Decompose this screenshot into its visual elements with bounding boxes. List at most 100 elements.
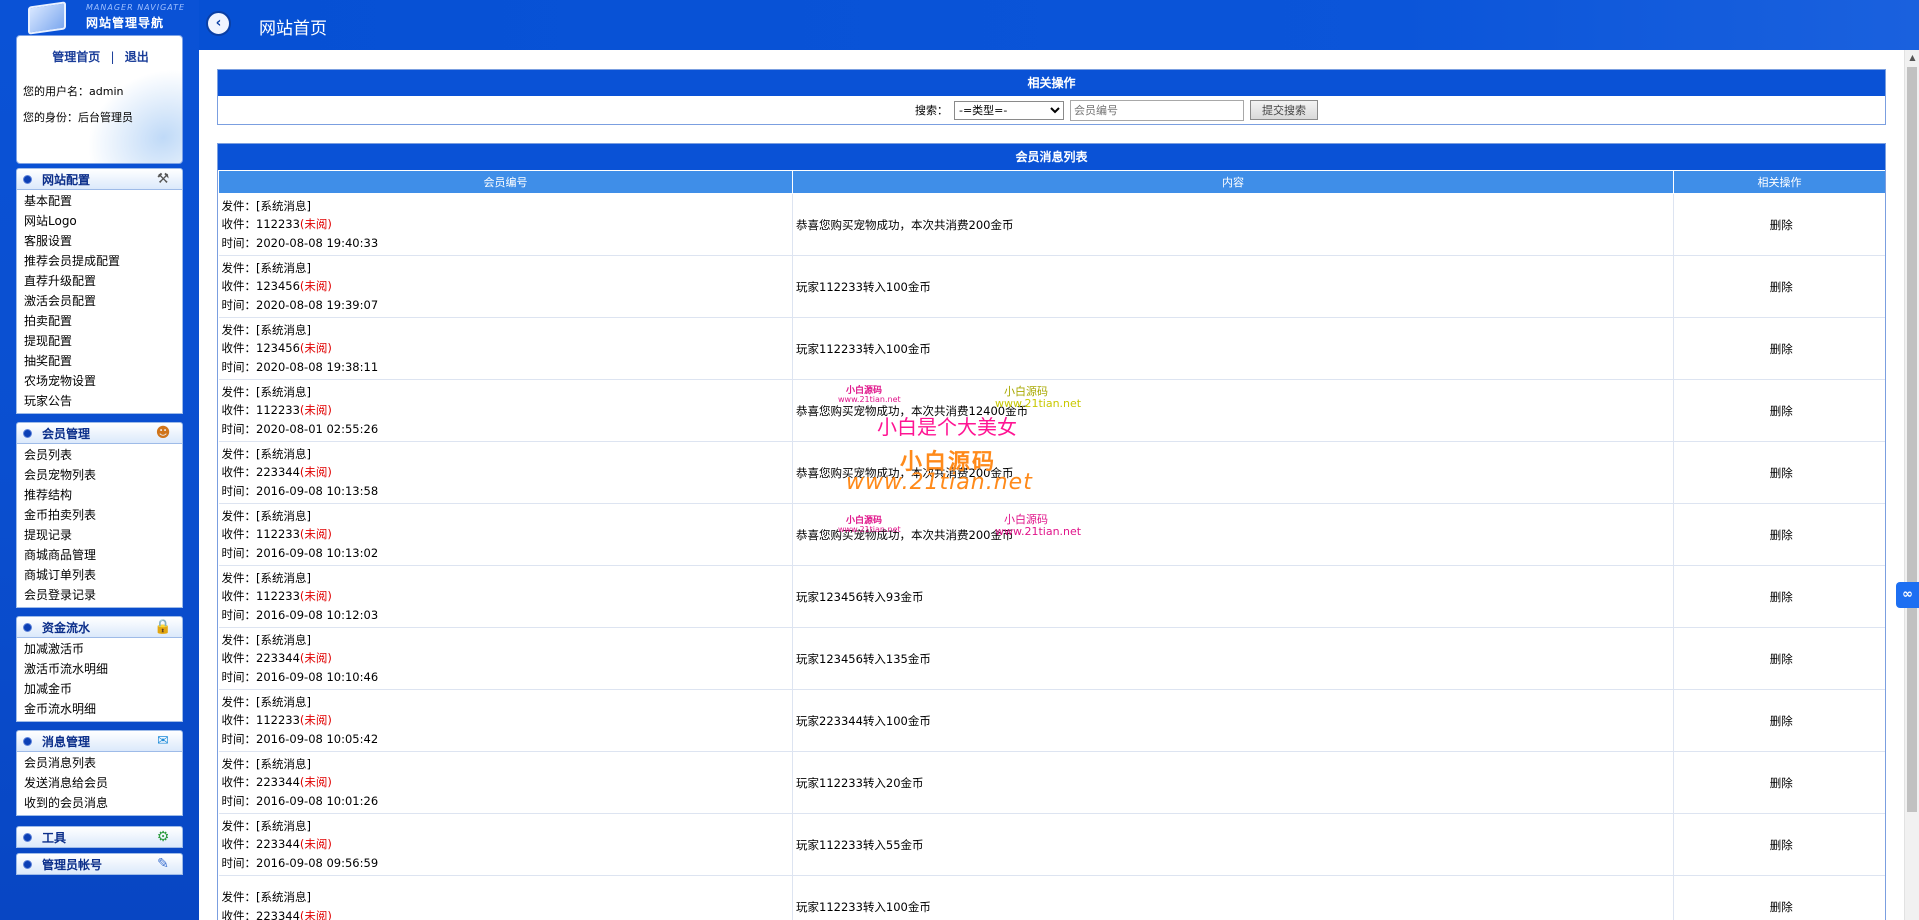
- menu-item[interactable]: 玩家公告: [17, 391, 182, 411]
- admin-home-link[interactable]: 管理首页: [52, 50, 100, 64]
- content-cell: 玩家123456转入135金币: [792, 627, 1674, 690]
- delete-link[interactable]: 删除: [1673, 503, 1885, 566]
- delete-link[interactable]: 删除: [1673, 813, 1885, 876]
- member-id-input[interactable]: [1070, 99, 1244, 121]
- unread-status: (未阅): [299, 341, 332, 356]
- search-label: 搜索：: [915, 104, 948, 117]
- delete-link[interactable]: 删除: [1673, 317, 1885, 380]
- menu-item[interactable]: 拍卖配置: [17, 311, 182, 331]
- menu-item[interactable]: 直荐升级配置: [17, 271, 182, 291]
- menu-item[interactable]: 推荐会员提成配置: [17, 251, 182, 271]
- menu-item[interactable]: 激活会员配置: [17, 291, 182, 311]
- sender-line: 发件：[系统消息]: [221, 570, 311, 585]
- unread-status: (未阅): [299, 713, 332, 728]
- unread-status: (未阅): [299, 403, 332, 418]
- column-header-content: 内容: [792, 170, 1674, 194]
- floating-share-icon[interactable]: ∞: [1896, 582, 1919, 608]
- sender-line: 发件：[系统消息]: [221, 694, 311, 709]
- wrench-icon: ⚙: [156, 829, 170, 845]
- delete-link[interactable]: 删除: [1673, 255, 1885, 318]
- content-cell: 恭喜您购买宠物成功，本次共消费12400金币: [792, 379, 1674, 442]
- recipient-label: 收件：123456: [221, 341, 300, 356]
- menu-header-tools[interactable]: 工具 ⚙: [16, 826, 183, 848]
- menu-item[interactable]: 商城订单列表: [17, 565, 182, 585]
- recipient-label: 收件：223344: [221, 775, 300, 790]
- time-line: 时间：2020-08-08 19:40:33: [221, 235, 379, 250]
- unread-status: (未阅): [299, 465, 332, 480]
- menu-item[interactable]: 加减金币: [17, 679, 182, 699]
- scrollbar-thumb[interactable]: [1907, 67, 1917, 812]
- delete-link[interactable]: 删除: [1673, 627, 1885, 690]
- menu-header-title: 消息管理: [42, 734, 91, 749]
- menu-item[interactable]: 金币流水明细: [17, 699, 182, 719]
- sender-cell: 发件：[系统消息] 收件：112233(未阅) 时间：2016-09-08 10:0…: [218, 689, 793, 752]
- menu-item[interactable]: 提现记录: [17, 525, 182, 545]
- lock-icon: 🔒: [154, 619, 172, 635]
- users-icon: ☻: [155, 425, 171, 441]
- menu-item[interactable]: 金币拍卖列表: [17, 505, 182, 525]
- delete-link[interactable]: 删除: [1673, 441, 1885, 504]
- sender-cell: 发件：[系统消息] 收件：223344(未阅) 时间：2016-09-08 10:1…: [218, 627, 793, 690]
- sender-cell: 发件：[系统消息] 收件：223344(未阅) 时间：2016-09-08 10:1…: [218, 441, 793, 504]
- menu-group-tools: 工具 ⚙: [16, 826, 183, 848]
- menu-header-funds[interactable]: 资金流水 🔒: [16, 616, 183, 638]
- recipient-line: 收件：223344(未阅): [222, 907, 793, 920]
- menu-header-admin-account[interactable]: 管理员帐号 ✎: [16, 853, 183, 875]
- menu-item[interactable]: 收到的会员消息: [17, 793, 182, 813]
- menu-item[interactable]: 会员列表: [17, 445, 182, 465]
- menu-item[interactable]: 农场宠物设置: [17, 371, 182, 391]
- column-header-member-id: 会员编号: [218, 170, 793, 194]
- sender-cell: 发件：[系统消息] 收件：112233(未阅) 时间：2020-08-08 19:4…: [218, 193, 793, 256]
- menu-header-title: 资金流水: [42, 620, 91, 635]
- table-row: 发件：[系统消息] 收件：123456(未阅) 时间：2020-08-08 19:3…: [218, 255, 1885, 318]
- menu-header-site-config[interactable]: 网站配置 ⚒: [16, 168, 183, 190]
- logo: MANAGER NAVIGATE 网站管理导航: [0, 0, 199, 35]
- vertical-scrollbar[interactable]: ▲: [1904, 50, 1919, 920]
- menu-item[interactable]: 网站Logo: [17, 211, 182, 231]
- submit-search-button[interactable]: 提交搜索: [1250, 100, 1318, 120]
- menu-item[interactable]: 客服设置: [17, 231, 182, 251]
- type-select[interactable]: -=类型=-: [954, 100, 1064, 120]
- content-cell: 恭喜您购买宠物成功，本次共消费200金币: [792, 503, 1674, 566]
- menu-item[interactable]: 会员消息列表: [17, 753, 182, 773]
- menu-item[interactable]: 商城商品管理: [17, 545, 182, 565]
- bullet-icon: [23, 174, 32, 184]
- recipient-line: 收件：223344(未阅): [222, 463, 793, 482]
- delete-link[interactable]: 删除: [1673, 689, 1885, 752]
- recipient-label: 收件：223344: [221, 465, 300, 480]
- menu-header-title: 工具: [42, 830, 67, 845]
- menu-item[interactable]: 会员宠物列表: [17, 465, 182, 485]
- menu-item[interactable]: 提现配置: [17, 331, 182, 351]
- scroll-up-arrow-icon[interactable]: ▲: [1905, 50, 1919, 65]
- menu-group-site-config: 网站配置 ⚒ 基本配置 网站Logo 客服设置 推荐会员提成配置 直荐升级配置 …: [16, 168, 183, 414]
- menu-item[interactable]: 抽奖配置: [17, 351, 182, 371]
- back-button[interactable]: ‹: [206, 11, 231, 36]
- menu-items-members: 会员列表 会员宠物列表 推荐结构 金币拍卖列表 提现记录 商城商品管理 商城订单…: [16, 444, 183, 608]
- time-line: 时间：2016-09-08 10:12:03: [221, 607, 379, 622]
- menu-group-messages: 消息管理 ✉ 会员消息列表 发送消息给会员 收到的会员消息: [16, 730, 183, 816]
- menu-item[interactable]: 基本配置: [17, 191, 182, 211]
- table-row: 发件：[系统消息] 收件：223344(未阅) 时间：2016-09-08 10:1…: [218, 441, 1885, 504]
- bullet-icon: [23, 736, 32, 746]
- delete-link[interactable]: 删除: [1673, 751, 1885, 814]
- menu-group-funds: 资金流水 🔒 加减激活币 激活币流水明细 加减金币 金币流水明细: [16, 616, 183, 722]
- delete-link[interactable]: 删除: [1673, 875, 1885, 920]
- menu-header-messages[interactable]: 消息管理 ✉: [16, 730, 183, 752]
- bullet-icon: [23, 832, 32, 842]
- menu-item[interactable]: 激活币流水明细: [17, 659, 182, 679]
- menu-item[interactable]: 发送消息给会员: [17, 773, 182, 793]
- delete-link[interactable]: 删除: [1673, 379, 1885, 442]
- menu-header-members[interactable]: 会员管理 ☻: [16, 422, 183, 444]
- sidebar: MANAGER NAVIGATE 网站管理导航 管理首页 | 退出 您的用户名：…: [0, 0, 199, 920]
- menu-item[interactable]: 会员登录记录: [17, 585, 182, 605]
- delete-link[interactable]: 删除: [1673, 565, 1885, 628]
- menu-item[interactable]: 加减激活币: [17, 639, 182, 659]
- sender-cell: 发件：[系统消息] 收件：223344(未阅): [218, 875, 793, 920]
- menu-header-title: 管理员帐号: [42, 857, 103, 872]
- ops-panel-title: 相关操作: [218, 70, 1885, 96]
- menu-group-admin-account: 管理员帐号 ✎: [16, 853, 183, 875]
- recipient-label: 收件：223344: [221, 651, 300, 666]
- delete-link[interactable]: 删除: [1673, 193, 1885, 256]
- menu-item[interactable]: 推荐结构: [17, 485, 182, 505]
- logout-link[interactable]: 退出: [125, 50, 149, 64]
